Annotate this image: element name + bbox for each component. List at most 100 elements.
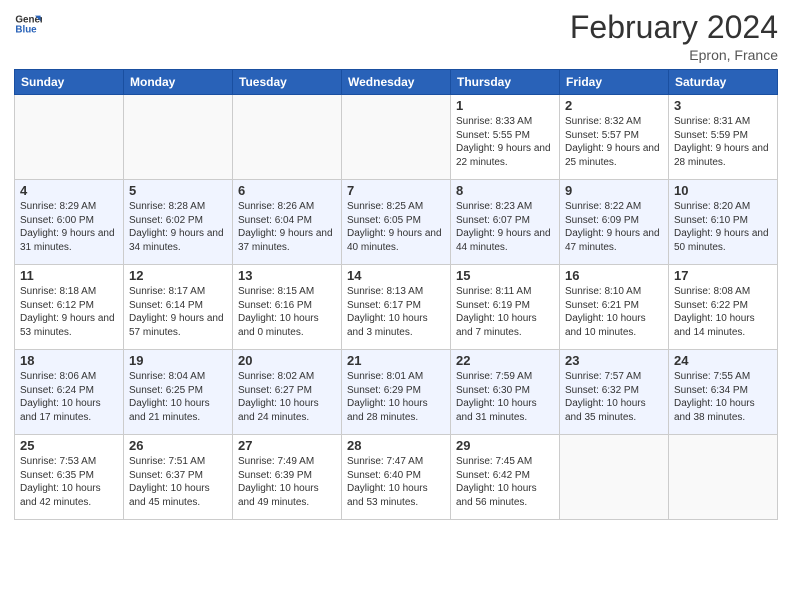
calendar-day-cell: 15Sunrise: 8:11 AM Sunset: 6:19 PM Dayli… — [451, 265, 560, 350]
logo: General Blue — [14, 10, 42, 38]
day-header-friday: Friday — [560, 70, 669, 95]
day-number: 3 — [674, 98, 772, 113]
day-number: 4 — [20, 183, 118, 198]
day-number: 26 — [129, 438, 227, 453]
calendar-day-cell: 8 Sunrise: 8:23 AM Sunset: 6:07 PM Daylig… — [451, 180, 560, 265]
calendar-day-cell: 3 Sunrise: 8:31 AM Sunset: 5:59 PM Daylig… — [669, 95, 778, 180]
day-number: 8 — [456, 183, 554, 198]
day-number: 25 — [20, 438, 118, 453]
calendar-day-cell: 27 Sunrise: 7:49 AM Sunset: 6:39 PM Dayli… — [233, 435, 342, 520]
day-info: Sunrise: 7:47 AM Sunset: 6:40 PM Dayligh… — [347, 455, 445, 509]
calendar-day-cell — [560, 435, 669, 520]
day-number: 16 — [565, 268, 663, 283]
calendar-day-cell: 5 Sunrise: 8:28 AM Sunset: 6:02 PM Daylig… — [124, 180, 233, 265]
calendar-week-row: 4 Sunrise: 8:29 AM Sunset: 6:00 PM Daylig… — [15, 180, 778, 265]
day-info: Sunrise: 8:10 AM Sunset: 6:21 PM Dayligh… — [565, 285, 663, 339]
day-info: Sunrise: 8:04 AM Sunset: 6:25 PM Dayligh… — [129, 370, 227, 424]
day-number: 5 — [129, 183, 227, 198]
day-number: 19 — [129, 353, 227, 368]
day-header-sunday: Sunday — [15, 70, 124, 95]
day-header-saturday: Saturday — [669, 70, 778, 95]
calendar-day-cell: 25 Sunrise: 7:53 AM Sunset: 6:35 PM Dayli… — [15, 435, 124, 520]
day-info: Sunrise: 8:01 AM Sunset: 6:29 PM Dayligh… — [347, 370, 445, 424]
day-info: Sunrise: 8:15 AM Sunset: 6:16 PM Dayligh… — [238, 285, 336, 339]
page-header: General Blue February 2024 Epron, France — [14, 10, 778, 63]
calendar-day-cell: 19 Sunrise: 8:04 AM Sunset: 6:25 PM Dayli… — [124, 350, 233, 435]
calendar-page: General Blue February 2024 Epron, France… — [0, 0, 792, 612]
day-header-monday: Monday — [124, 70, 233, 95]
day-info: Sunrise: 8:25 AM Sunset: 6:05 PM Dayligh… — [347, 200, 445, 254]
day-number: 9 — [565, 183, 663, 198]
day-info: Sunrise: 7:51 AM Sunset: 6:37 PM Dayligh… — [129, 455, 227, 509]
calendar-day-cell — [342, 95, 451, 180]
calendar-day-cell — [669, 435, 778, 520]
day-number: 24 — [674, 353, 772, 368]
calendar-day-cell: 18 Sunrise: 8:06 AM Sunset: 6:24 PM Dayli… — [15, 350, 124, 435]
day-info: Sunrise: 7:49 AM Sunset: 6:39 PM Dayligh… — [238, 455, 336, 509]
day-header-thursday: Thursday — [451, 70, 560, 95]
calendar-day-cell: 2Sunrise: 8:32 AM Sunset: 5:57 PM Daylig… — [560, 95, 669, 180]
day-number: 21 — [347, 353, 445, 368]
calendar-table: SundayMondayTuesdayWednesdayThursdayFrid… — [14, 69, 778, 520]
calendar-day-cell — [233, 95, 342, 180]
calendar-day-cell: 26 Sunrise: 7:51 AM Sunset: 6:37 PM Dayli… — [124, 435, 233, 520]
calendar-day-cell: 4 Sunrise: 8:29 AM Sunset: 6:00 PM Daylig… — [15, 180, 124, 265]
day-number: 18 — [20, 353, 118, 368]
logo-icon: General Blue — [14, 10, 42, 38]
calendar-day-cell: 11Sunrise: 8:18 AM Sunset: 6:12 PM Dayli… — [15, 265, 124, 350]
calendar-week-row: 18 Sunrise: 8:06 AM Sunset: 6:24 PM Dayli… — [15, 350, 778, 435]
day-number: 10 — [674, 183, 772, 198]
day-info: Sunrise: 8:23 AM Sunset: 6:07 PM Dayligh… — [456, 200, 554, 254]
day-number: 23 — [565, 353, 663, 368]
day-number: 13 — [238, 268, 336, 283]
calendar-day-cell: 22 Sunrise: 7:59 AM Sunset: 6:30 PM Dayli… — [451, 350, 560, 435]
calendar-day-cell: 10 Sunrise: 8:20 AM Sunset: 6:10 PM Dayli… — [669, 180, 778, 265]
day-info: Sunrise: 8:11 AM Sunset: 6:19 PM Dayligh… — [456, 285, 554, 339]
day-info: Sunrise: 8:32 AM Sunset: 5:57 PM Dayligh… — [565, 115, 663, 169]
day-info: Sunrise: 8:28 AM Sunset: 6:02 PM Dayligh… — [129, 200, 227, 254]
day-number: 17 — [674, 268, 772, 283]
calendar-day-cell: 21 Sunrise: 8:01 AM Sunset: 6:29 PM Dayli… — [342, 350, 451, 435]
day-info: Sunrise: 8:02 AM Sunset: 6:27 PM Dayligh… — [238, 370, 336, 424]
main-title: February 2024 — [570, 10, 778, 45]
day-info: Sunrise: 8:33 AM Sunset: 5:55 PM Dayligh… — [456, 115, 554, 169]
day-info: Sunrise: 8:06 AM Sunset: 6:24 PM Dayligh… — [20, 370, 118, 424]
calendar-day-cell: 24Sunrise: 7:55 AM Sunset: 6:34 PM Dayli… — [669, 350, 778, 435]
subtitle: Epron, France — [570, 47, 778, 63]
calendar-week-row: 1 Sunrise: 8:33 AM Sunset: 5:55 PM Daylig… — [15, 95, 778, 180]
day-header-wednesday: Wednesday — [342, 70, 451, 95]
day-info: Sunrise: 7:53 AM Sunset: 6:35 PM Dayligh… — [20, 455, 118, 509]
day-number: 22 — [456, 353, 554, 368]
calendar-day-cell: 14Sunrise: 8:13 AM Sunset: 6:17 PM Dayli… — [342, 265, 451, 350]
day-number: 20 — [238, 353, 336, 368]
day-info: Sunrise: 8:20 AM Sunset: 6:10 PM Dayligh… — [674, 200, 772, 254]
day-number: 7 — [347, 183, 445, 198]
day-number: 28 — [347, 438, 445, 453]
day-number: 27 — [238, 438, 336, 453]
calendar-week-row: 25 Sunrise: 7:53 AM Sunset: 6:35 PM Dayli… — [15, 435, 778, 520]
title-block: February 2024 Epron, France — [570, 10, 778, 63]
calendar-day-cell: 7 Sunrise: 8:25 AM Sunset: 6:05 PM Daylig… — [342, 180, 451, 265]
calendar-day-cell: 23 Sunrise: 7:57 AM Sunset: 6:32 PM Dayli… — [560, 350, 669, 435]
calendar-day-cell: 16 Sunrise: 8:10 AM Sunset: 6:21 PM Dayli… — [560, 265, 669, 350]
day-info: Sunrise: 8:26 AM Sunset: 6:04 PM Dayligh… — [238, 200, 336, 254]
day-info: Sunrise: 8:08 AM Sunset: 6:22 PM Dayligh… — [674, 285, 772, 339]
calendar-day-cell: 13 Sunrise: 8:15 AM Sunset: 6:16 PM Dayli… — [233, 265, 342, 350]
day-number: 12 — [129, 268, 227, 283]
calendar-day-cell: 17 Sunrise: 8:08 AM Sunset: 6:22 PM Dayli… — [669, 265, 778, 350]
calendar-day-cell — [15, 95, 124, 180]
day-number: 1 — [456, 98, 554, 113]
day-header-tuesday: Tuesday — [233, 70, 342, 95]
day-info: Sunrise: 7:45 AM Sunset: 6:42 PM Dayligh… — [456, 455, 554, 509]
day-info: Sunrise: 8:29 AM Sunset: 6:00 PM Dayligh… — [20, 200, 118, 254]
calendar-day-cell — [124, 95, 233, 180]
day-number: 29 — [456, 438, 554, 453]
day-number: 11 — [20, 268, 118, 283]
calendar-day-cell: 9 Sunrise: 8:22 AM Sunset: 6:09 PM Daylig… — [560, 180, 669, 265]
svg-text:Blue: Blue — [15, 24, 37, 35]
day-info: Sunrise: 8:22 AM Sunset: 6:09 PM Dayligh… — [565, 200, 663, 254]
day-info: Sunrise: 7:57 AM Sunset: 6:32 PM Dayligh… — [565, 370, 663, 424]
day-info: Sunrise: 7:59 AM Sunset: 6:30 PM Dayligh… — [456, 370, 554, 424]
day-info: Sunrise: 8:31 AM Sunset: 5:59 PM Dayligh… — [674, 115, 772, 169]
calendar-header-row: SundayMondayTuesdayWednesdayThursdayFrid… — [15, 70, 778, 95]
